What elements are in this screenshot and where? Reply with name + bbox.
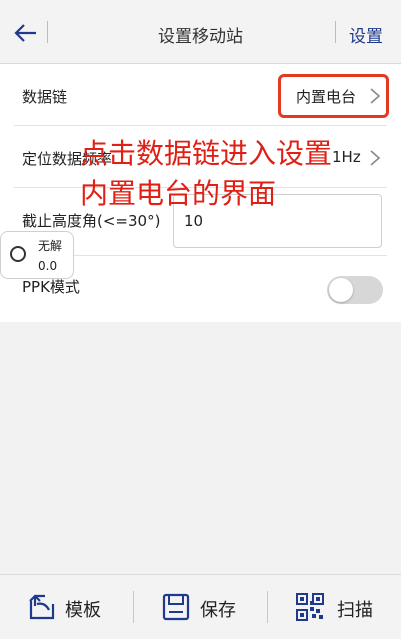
bottom-toolbar: 模板 保存 扫描 xyxy=(0,574,401,638)
template-button[interactable]: 模板 xyxy=(0,575,132,639)
annotation-line-2: 内置电台的界面 xyxy=(80,177,277,210)
annotation-line-1: 点击数据链进入设置 xyxy=(80,137,333,170)
scan-button[interactable]: 扫描 xyxy=(268,575,401,639)
scan-label: 扫描 xyxy=(337,600,373,621)
chevron-right-icon xyxy=(370,150,381,166)
toggle-knob xyxy=(329,278,353,302)
ppk-mode-toggle[interactable] xyxy=(327,276,383,304)
solution-value: 0.0 xyxy=(38,259,58,273)
save-label: 保存 xyxy=(200,600,236,621)
tutorial-annotation: 点击数据链进入设置 内置电台的界面 xyxy=(80,134,332,214)
qr-code-icon xyxy=(296,593,324,621)
save-icon xyxy=(162,593,190,621)
position-rate-value[interactable]: 1Hz xyxy=(332,148,361,166)
solution-status-widget[interactable]: 无解 0.0 xyxy=(0,231,74,279)
datalink-label: 数据链 xyxy=(22,88,68,106)
ppk-mode-label: PPK模式 xyxy=(22,278,80,296)
status-circle-icon xyxy=(10,246,26,262)
template-label: 模板 xyxy=(65,600,101,621)
header-divider xyxy=(335,21,336,43)
save-button[interactable]: 保存 xyxy=(134,575,266,639)
page-title: 设置移动站 xyxy=(158,27,243,47)
template-icon xyxy=(29,594,55,620)
settings-button[interactable]: 设置 xyxy=(349,22,383,47)
solution-status: 无解 xyxy=(38,239,63,253)
header-bar: 设置移动站 设置 xyxy=(0,0,401,64)
highlight-box xyxy=(278,74,389,118)
